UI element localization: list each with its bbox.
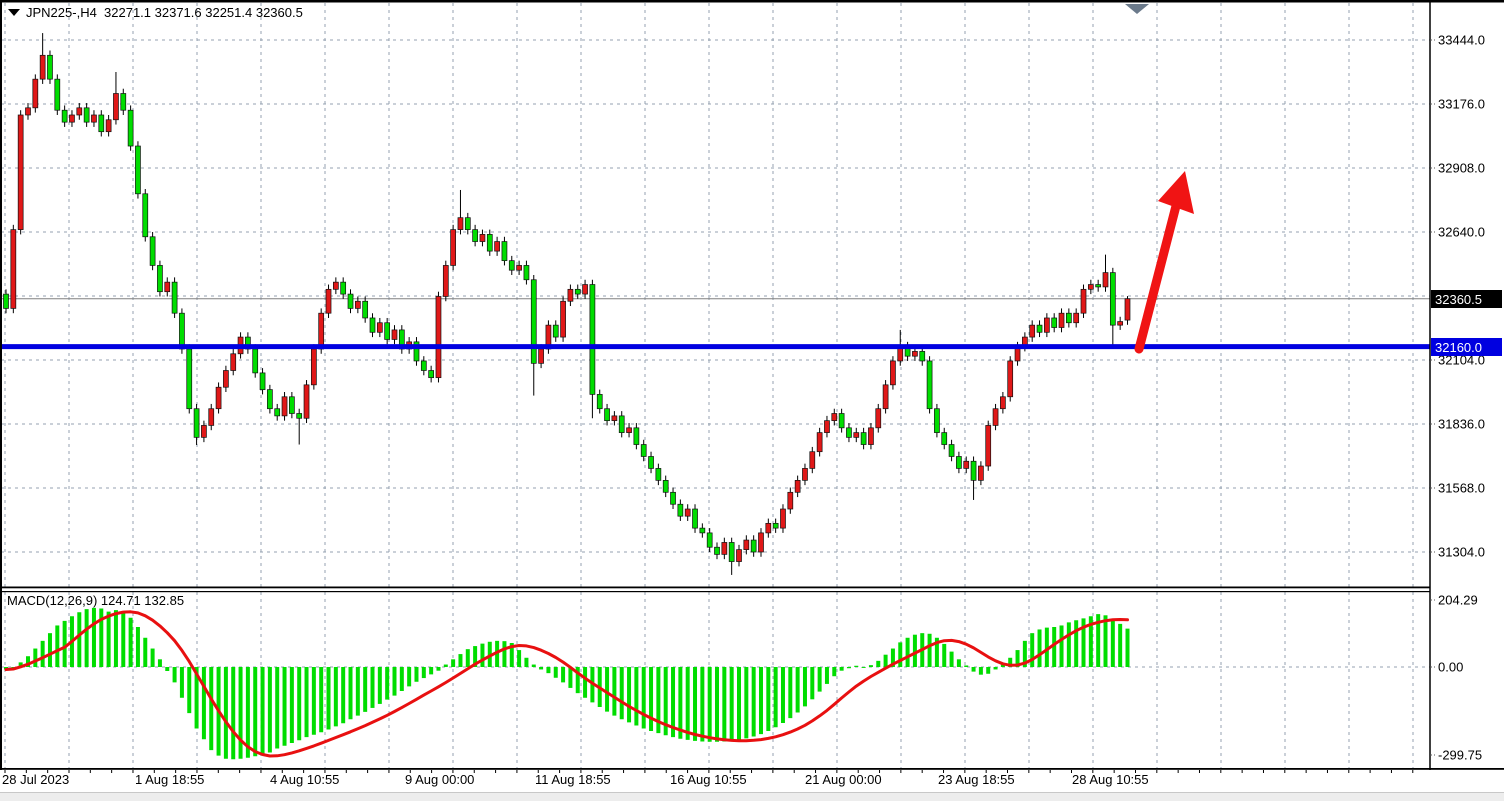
price-axis-label: 31836.0 <box>1438 417 1485 432</box>
chart-canvas[interactable] <box>0 0 1504 801</box>
time-axis-label: 28 Aug 10:55 <box>1072 772 1149 787</box>
price-axis-label: 33444.0 <box>1438 33 1485 48</box>
price-axis-label: 32908.0 <box>1438 161 1485 176</box>
price-axis-label: 33176.0 <box>1438 97 1485 112</box>
price-grid <box>1 3 1430 587</box>
time-axis-label: 4 Aug 10:55 <box>270 772 339 787</box>
macd-axis-label: -299.75 <box>1438 748 1482 763</box>
time-axis-label: 1 Aug 18:55 <box>135 772 204 787</box>
price-axis-label: 31304.0 <box>1438 545 1485 560</box>
price-axis-label: 31568.0 <box>1438 481 1485 496</box>
current-price-badge: 32360.5 <box>1431 290 1502 308</box>
chart-title: JPN225-,H4 32271.1 32371.6 32251.4 32360… <box>8 5 303 20</box>
chart-shift-marker[interactable] <box>1125 4 1149 14</box>
time-axis-label: 23 Aug 18:55 <box>938 772 1015 787</box>
hline-price-badge: 32160.0 <box>1431 338 1502 356</box>
macd-signal-line <box>6 612 1128 756</box>
time-axis-label: 9 Aug 00:00 <box>405 772 474 787</box>
chart-title-text: JPN225-,H4 32271.1 32371.6 32251.4 32360… <box>26 5 303 20</box>
symbol-dropdown-icon[interactable] <box>8 9 20 16</box>
macd-indicator-label: MACD(12,26,9) 124.71 132.85 <box>7 593 184 608</box>
price-axis-label: 32640.0 <box>1438 225 1485 240</box>
bottom-strip <box>0 792 1504 801</box>
macd-histogram <box>6 608 1127 759</box>
mt4-chart-window: JPN225-,H4 32271.1 32371.6 32251.4 32360… <box>0 0 1504 801</box>
macd-axis-label: 204.29 <box>1438 593 1478 608</box>
time-axis-label: 16 Aug 10:55 <box>670 772 747 787</box>
candles[interactable] <box>4 33 1130 575</box>
time-axis-label: 11 Aug 18:55 <box>535 772 611 787</box>
time-axis-label: 21 Aug 00:00 <box>805 772 882 787</box>
time-axis-label: 28 Jul 2023 <box>2 772 69 787</box>
macd-axis-label: 0.00 <box>1438 660 1463 675</box>
trend-arrow[interactable] <box>1139 171 1194 349</box>
